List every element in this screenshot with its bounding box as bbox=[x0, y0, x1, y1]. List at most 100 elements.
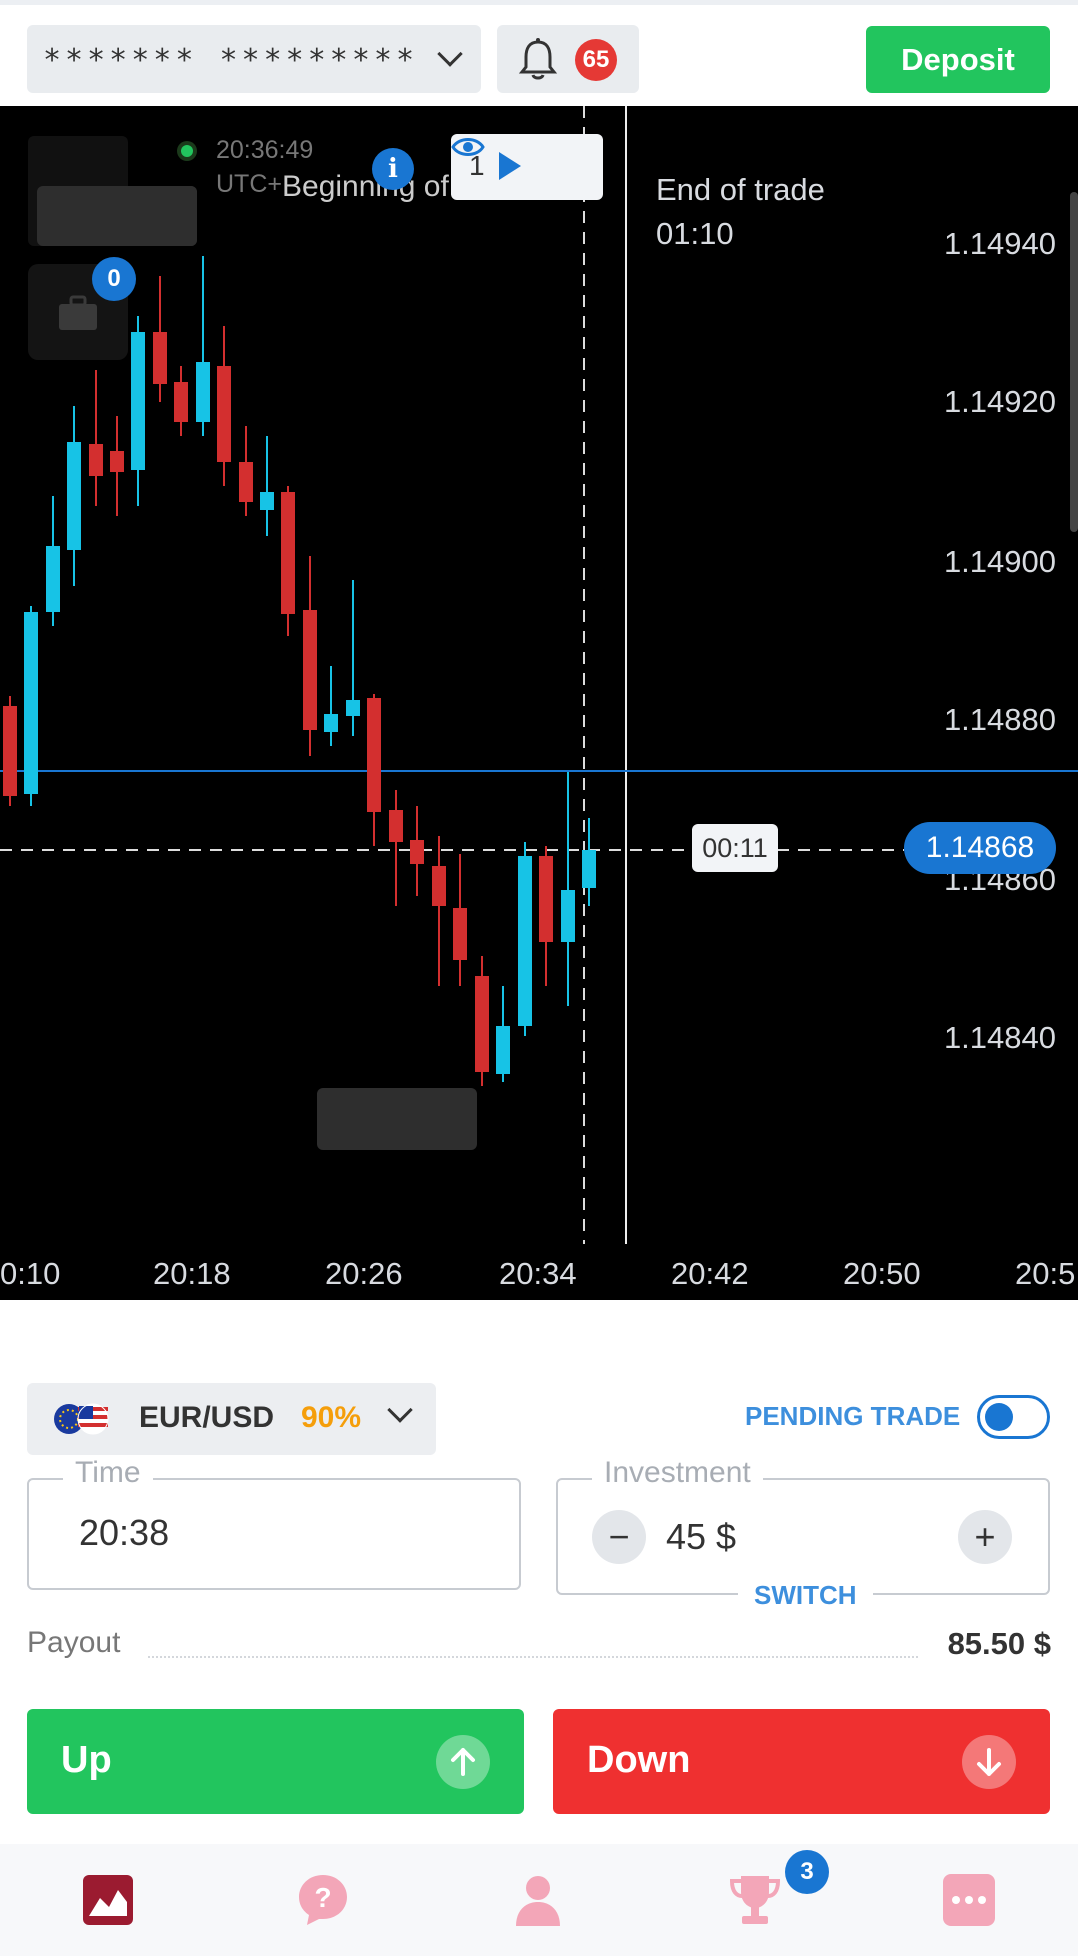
bullish-candle bbox=[260, 492, 274, 510]
time-axis-label: 20:42 bbox=[671, 1256, 749, 1291]
bearish-candle bbox=[453, 908, 467, 960]
bullish-candle bbox=[496, 1026, 510, 1074]
down-button-label: Down bbox=[587, 1739, 691, 1781]
time-axis-label: 20:34 bbox=[499, 1256, 577, 1291]
bullish-candle bbox=[561, 890, 575, 942]
briefcase-icon bbox=[59, 295, 97, 330]
trophy-icon[interactable] bbox=[727, 1872, 783, 1928]
bearish-candle bbox=[239, 462, 253, 502]
price-level-label: 1.14940 bbox=[943, 226, 1056, 261]
bearish-candle bbox=[410, 840, 424, 864]
bullish-candle bbox=[46, 546, 60, 612]
price-level-label: 1.14920 bbox=[943, 384, 1056, 419]
payout-label: Payout bbox=[27, 1626, 121, 1659]
bearish-candle bbox=[389, 810, 403, 842]
bearish-candle bbox=[153, 332, 167, 384]
trophy-count-badge: 3 bbox=[785, 1850, 829, 1894]
notification-count-badge: 65 bbox=[575, 39, 617, 81]
investment-value[interactable]: 45 $ bbox=[666, 1516, 736, 1558]
bullish-candle bbox=[346, 700, 360, 716]
bearish-candle bbox=[367, 698, 381, 812]
end-of-trade-text: End of trade bbox=[656, 172, 825, 207]
bell-icon bbox=[518, 38, 558, 80]
increase-investment-button[interactable]: + bbox=[958, 1510, 1012, 1564]
current-price-badge: 1.14868 bbox=[904, 822, 1056, 874]
bottom-navigation: ? bbox=[0, 1844, 1078, 1956]
bullish-candle bbox=[131, 332, 145, 470]
bearish-candle bbox=[217, 366, 231, 462]
chart-overlay-button bbox=[317, 1088, 477, 1150]
eur-usd-flag-icon bbox=[54, 1403, 109, 1435]
asset-payout-percent: 90% bbox=[301, 1401, 362, 1434]
up-button-label: Up bbox=[61, 1739, 112, 1781]
bearish-candle bbox=[110, 451, 124, 472]
chevron-down-icon bbox=[387, 1397, 413, 1423]
bearish-candle bbox=[475, 976, 489, 1072]
chart-icon[interactable] bbox=[80, 1872, 136, 1928]
decrease-investment-button[interactable]: − bbox=[592, 1510, 646, 1564]
investment-field[interactable]: Investment − 45 $ + SWITCH bbox=[556, 1456, 1050, 1611]
time-value: 20:38 bbox=[79, 1512, 170, 1553]
toggle-knob bbox=[985, 1403, 1013, 1431]
bearish-candle bbox=[281, 492, 295, 614]
deposit-button[interactable]: Deposit bbox=[866, 26, 1050, 93]
end-of-trade-time: 01:10 bbox=[656, 216, 734, 251]
svg-text:?: ? bbox=[314, 1882, 331, 1913]
help-icon[interactable]: ? bbox=[295, 1872, 351, 1928]
bullish-candle bbox=[324, 714, 338, 732]
price-chart[interactable]: 0 20:36:49 UTC+ Beginning of trade i 1 E… bbox=[0, 106, 1078, 1300]
price-level-label: 1.14840 bbox=[943, 1020, 1056, 1055]
payout-divider bbox=[148, 1656, 918, 1658]
countdown-timer: 00:11 bbox=[692, 824, 778, 872]
price-level-label: 1.14900 bbox=[943, 544, 1056, 579]
account-selector[interactable]: ******* ********* bbox=[27, 25, 481, 93]
arrow-down-icon bbox=[962, 1735, 1016, 1789]
asset-name: EUR/USD bbox=[139, 1401, 275, 1434]
timezone-label: UTC+ bbox=[216, 170, 282, 198]
pending-trade-label: PENDING TRADE bbox=[745, 1401, 961, 1431]
bearish-candle bbox=[3, 706, 17, 796]
chart-toolbar-ghost bbox=[37, 186, 197, 246]
time-axis-label: 20:26 bbox=[325, 1256, 403, 1291]
bullish-candle bbox=[582, 850, 596, 888]
asset-selector[interactable]: EUR/USD 90% bbox=[27, 1383, 436, 1455]
payout-value: 85.50 $ bbox=[947, 1626, 1051, 1661]
chevron-down-icon bbox=[437, 41, 463, 67]
account-name: ******* ********* bbox=[43, 43, 419, 78]
time-field[interactable]: Time 20:38 bbox=[27, 1456, 521, 1590]
time-axis-label: 20:18 bbox=[153, 1256, 231, 1291]
bearish-candle bbox=[303, 610, 317, 730]
info-button[interactable]: i bbox=[372, 148, 414, 190]
down-button[interactable]: Down bbox=[553, 1709, 1050, 1814]
bearish-candle bbox=[89, 444, 103, 476]
time-axis-label: 20:5 bbox=[1015, 1256, 1076, 1291]
time-axis-label: 0:10 bbox=[0, 1256, 61, 1291]
arrow-up-icon bbox=[436, 1735, 490, 1789]
candlestick-chart bbox=[0, 106, 1078, 1244]
bearish-candle bbox=[432, 866, 446, 906]
bullish-candle bbox=[67, 442, 81, 550]
time-field-label: Time bbox=[63, 1456, 153, 1490]
switch-button[interactable]: SWITCH bbox=[738, 1580, 873, 1611]
bullish-candle bbox=[24, 612, 38, 794]
pending-trade-toggle[interactable] bbox=[977, 1395, 1050, 1439]
more-icon[interactable] bbox=[941, 1872, 997, 1928]
investment-field-label: Investment bbox=[592, 1456, 763, 1490]
online-status-icon bbox=[177, 141, 197, 161]
top-bar: ******* ********* 65 Deposit bbox=[0, 0, 1078, 106]
chart-scrollbar[interactable] bbox=[1070, 192, 1078, 532]
time-axis-label: 20:50 bbox=[843, 1256, 921, 1291]
bullish-candle bbox=[196, 362, 210, 422]
notifications-button[interactable]: 65 bbox=[497, 25, 639, 93]
end-of-trade-label: End of trade 01:10 bbox=[656, 168, 825, 256]
price-level-label: 1.14880 bbox=[943, 702, 1056, 737]
server-clock: 20:36:49 bbox=[216, 136, 314, 164]
play-icon bbox=[499, 152, 521, 180]
portfolio-count-badge: 0 bbox=[92, 257, 136, 301]
profile-icon[interactable] bbox=[510, 1872, 566, 1928]
bullish-candle bbox=[518, 856, 532, 1026]
eye-icon[interactable] bbox=[451, 134, 485, 160]
trades-indicator[interactable]: 1 bbox=[451, 134, 603, 200]
trading-screen: ******* ********* 65 Deposit 0 20:36:49 bbox=[0, 0, 1078, 1956]
up-button[interactable]: Up bbox=[27, 1709, 524, 1814]
